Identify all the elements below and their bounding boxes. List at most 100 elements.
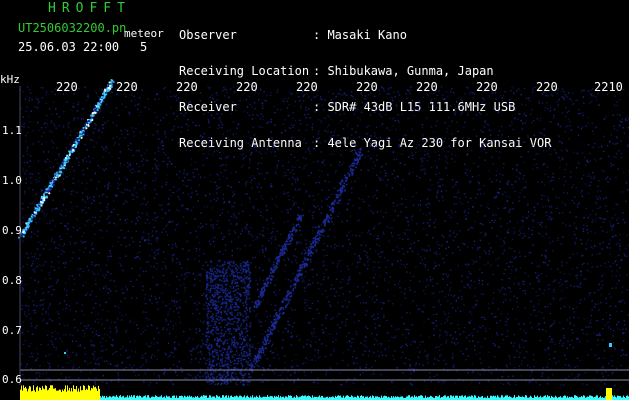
noise-speck bbox=[441, 380, 443, 382]
noise-speck bbox=[245, 181, 248, 183]
noise-speck bbox=[424, 266, 427, 268]
noise-speck bbox=[28, 309, 30, 311]
noise-speck bbox=[573, 202, 575, 204]
noise-speck bbox=[613, 235, 615, 237]
noise-speck bbox=[565, 148, 567, 151]
noise-speck bbox=[401, 197, 403, 200]
noise-speck bbox=[71, 166, 73, 168]
noise-speck bbox=[596, 99, 598, 102]
noise-speck bbox=[349, 106, 351, 108]
noise-speck bbox=[296, 159, 299, 161]
noise-speck bbox=[274, 309, 276, 311]
noise-speck bbox=[598, 332, 601, 334]
noise-speck bbox=[341, 359, 344, 362]
noise-speck bbox=[561, 157, 564, 159]
noise-speck bbox=[217, 357, 219, 359]
noise-speck bbox=[102, 127, 104, 129]
noise-speck bbox=[90, 311, 93, 314]
noise-speck bbox=[297, 222, 300, 224]
noise-speck bbox=[351, 128, 353, 130]
noise-speck bbox=[116, 135, 118, 138]
noise-speck bbox=[195, 358, 197, 360]
noise-speck bbox=[36, 195, 38, 198]
noise-speck bbox=[568, 273, 571, 275]
noise-speck bbox=[549, 153, 552, 156]
noise-speck bbox=[182, 216, 185, 218]
noise-speck bbox=[53, 269, 56, 271]
noise-speck bbox=[160, 142, 162, 144]
noise-speck bbox=[95, 330, 98, 332]
noise-speck bbox=[444, 296, 446, 298]
noise-speck bbox=[471, 259, 473, 262]
noise-speck bbox=[191, 358, 193, 361]
noise-speck bbox=[332, 93, 335, 95]
noise-speck bbox=[543, 109, 545, 111]
noise-speck bbox=[491, 219, 493, 222]
noise-speck bbox=[576, 274, 579, 277]
noise-speck bbox=[58, 244, 61, 246]
noise-speck bbox=[312, 335, 314, 338]
noise-speck bbox=[28, 378, 30, 380]
noise-speck bbox=[178, 170, 181, 173]
noise-speck bbox=[58, 313, 60, 315]
noise-speck bbox=[42, 292, 44, 294]
noise-speck bbox=[148, 236, 150, 238]
noise-speck bbox=[513, 232, 515, 235]
noise-speck bbox=[151, 354, 153, 356]
noise-speck bbox=[497, 257, 500, 259]
noise-speck bbox=[222, 133, 225, 135]
noise-speck bbox=[387, 289, 389, 291]
noise-speck bbox=[78, 87, 80, 90]
noise-speck bbox=[511, 308, 514, 310]
noise-speck bbox=[68, 356, 70, 359]
noise-speck bbox=[614, 214, 616, 216]
noise-speck bbox=[592, 266, 594, 268]
noise-speck bbox=[32, 269, 35, 271]
noise-speck bbox=[217, 128, 219, 130]
noise-speck bbox=[412, 215, 414, 217]
noise-speck bbox=[577, 126, 580, 128]
noise-speck bbox=[434, 219, 437, 221]
noise-speck bbox=[533, 359, 535, 361]
noise-speck bbox=[284, 98, 286, 100]
noise-speck bbox=[103, 148, 105, 151]
noise-speck bbox=[384, 280, 386, 282]
noise-speck bbox=[514, 118, 516, 120]
noise-speck bbox=[178, 306, 181, 308]
noise-speck bbox=[413, 140, 415, 143]
noise-speck bbox=[22, 116, 24, 118]
noise-speck bbox=[125, 349, 127, 351]
noise-speck bbox=[467, 109, 470, 112]
noise-speck bbox=[329, 146, 332, 148]
noise-speck bbox=[493, 108, 495, 110]
noise-speck bbox=[482, 293, 485, 295]
noise-speck bbox=[549, 147, 551, 149]
noise-speck bbox=[240, 154, 243, 156]
noise-speck bbox=[300, 234, 303, 236]
noise-speck bbox=[391, 263, 393, 265]
noise-speck bbox=[416, 346, 419, 349]
spectrogram-plot bbox=[18, 79, 629, 400]
noise-speck bbox=[249, 103, 251, 106]
noise-speck bbox=[49, 380, 52, 383]
noise-speck bbox=[421, 248, 424, 251]
noise-speck bbox=[572, 183, 575, 186]
noise-speck bbox=[140, 333, 142, 335]
noise-speck bbox=[566, 347, 568, 349]
noise-speck bbox=[321, 189, 323, 191]
noise-speck bbox=[299, 339, 301, 341]
noise-speck bbox=[102, 309, 104, 311]
noise-speck bbox=[367, 169, 369, 172]
noise-speck bbox=[450, 105, 452, 107]
noise-speck bbox=[232, 195, 234, 198]
noise-speck bbox=[533, 309, 536, 311]
noise-speck bbox=[250, 181, 252, 184]
noise-speck bbox=[356, 362, 358, 364]
noise-speck bbox=[115, 326, 117, 328]
noise-speck bbox=[141, 236, 144, 238]
noise-speck bbox=[419, 204, 422, 206]
noise-speck bbox=[558, 177, 560, 180]
noise-speck bbox=[287, 257, 289, 259]
noise-speck bbox=[91, 244, 93, 246]
noise-speck bbox=[454, 110, 456, 113]
